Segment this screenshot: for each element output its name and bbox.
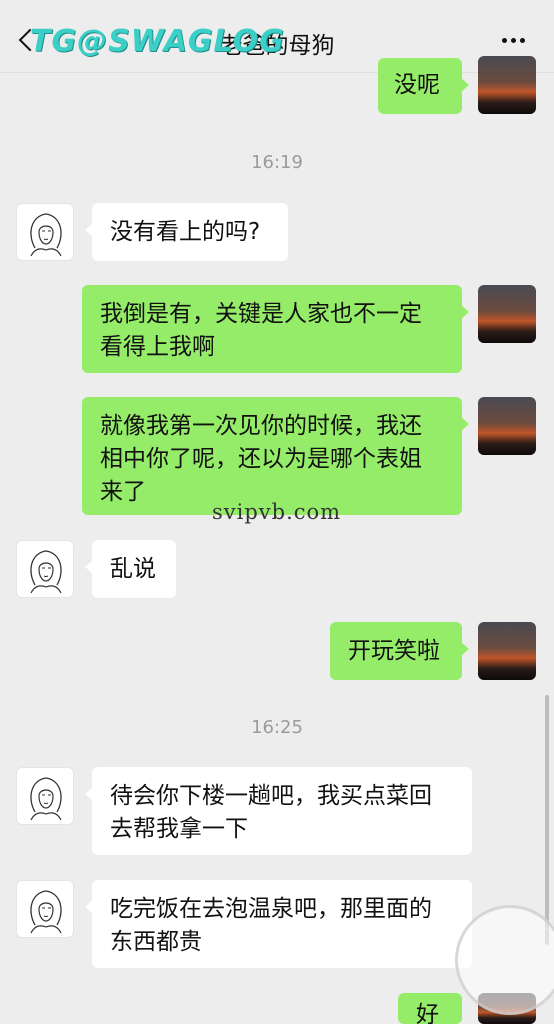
message-text: 没呢 bbox=[394, 72, 440, 98]
message-text: 乱说 bbox=[110, 556, 156, 582]
message-text: 没有看上的吗? bbox=[110, 219, 261, 245]
friend-avatar[interactable] bbox=[16, 540, 74, 598]
corner-watermark-badge bbox=[455, 905, 554, 1015]
scrollbar[interactable] bbox=[545, 695, 549, 945]
friend-avatar[interactable] bbox=[16, 767, 74, 825]
line-drawing-woman-avatar bbox=[30, 213, 62, 257]
timestamp: 16:25 bbox=[251, 717, 303, 738]
message-bubble-friend[interactable]: 乱说 bbox=[85, 540, 176, 598]
chat-header: 老爸的母狗 TG@SWAGLOG bbox=[0, 0, 554, 73]
message-bubble-self[interactable]: 开玩笑啦 bbox=[330, 622, 469, 680]
friend-avatar[interactable] bbox=[16, 203, 74, 261]
message-text: 吃完饭在去泡温泉吧，那里面的东西都贵 bbox=[110, 896, 432, 955]
message-bubble-friend[interactable]: 吃完饭在去泡温泉吧，那里面的东西都贵 bbox=[85, 880, 472, 968]
friend-avatar[interactable] bbox=[16, 880, 74, 938]
message-bubble-friend[interactable]: 没有看上的吗? bbox=[85, 203, 288, 261]
self-avatar[interactable] bbox=[478, 397, 536, 455]
message-text: 就像我第一次见你的时候，我还相中你了呢，还以为是哪个表姐来了 bbox=[100, 413, 422, 505]
line-drawing-woman-avatar bbox=[30, 890, 62, 934]
watermark-text: TG@SWAGLOG bbox=[30, 24, 285, 59]
more-dots-icon[interactable] bbox=[500, 38, 528, 44]
message-bubble-self[interactable]: 就像我第一次见你的时候，我还相中你了呢，还以为是哪个表姐来了 bbox=[82, 397, 469, 515]
message-text: 开玩笑啦 bbox=[348, 638, 440, 664]
self-avatar[interactable] bbox=[478, 285, 536, 343]
line-drawing-woman-avatar bbox=[30, 550, 62, 594]
message-text: 待会你下楼一趟吧，我买点菜回去帮我拿一下 bbox=[110, 783, 432, 842]
watermark-url: svipvb.com bbox=[212, 500, 342, 524]
self-avatar[interactable] bbox=[478, 622, 536, 680]
message-bubble-self[interactable]: 没呢 bbox=[378, 58, 469, 114]
message-bubble-friend[interactable]: 待会你下楼一趟吧，我买点菜回去帮我拿一下 bbox=[85, 767, 472, 855]
message-bubble-self[interactable]: 好 bbox=[398, 993, 462, 1024]
message-text: 好 bbox=[416, 1002, 439, 1024]
message-bubble-self[interactable]: 我倒是有，关键是人家也不一定看得上我啊 bbox=[82, 285, 469, 373]
line-drawing-woman-avatar bbox=[30, 777, 62, 821]
message-text: 我倒是有，关键是人家也不一定看得上我啊 bbox=[100, 301, 422, 360]
self-avatar[interactable] bbox=[478, 56, 536, 114]
timestamp: 16:19 bbox=[251, 152, 303, 173]
